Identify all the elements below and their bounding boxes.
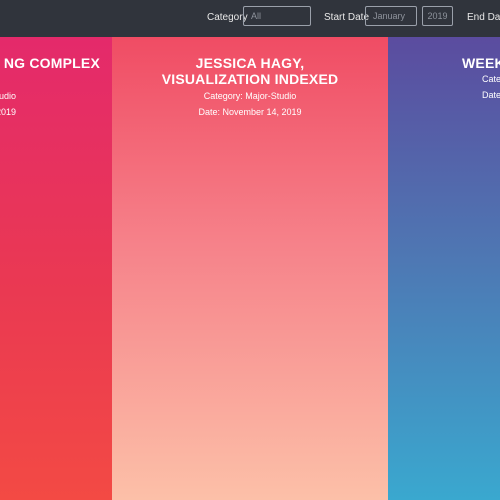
filter-toolbar: Category All Start Date January 2019 End… <box>0 0 500 37</box>
card-category: Categ <box>482 74 500 84</box>
category-label: Category <box>207 12 248 23</box>
card-title: WEEKLY <box>462 55 500 71</box>
project-card[interactable]: NG COMPLEX udio 2019 <box>0 37 112 500</box>
card-title: JESSICA HAGY, VISUALIZATION INDEXED <box>161 55 339 87</box>
card-date: 2019 <box>0 107 16 117</box>
category-select[interactable]: All <box>243 6 311 26</box>
start-year-select[interactable]: 2019 <box>422 6 453 26</box>
start-month-select[interactable]: January <box>365 6 417 26</box>
project-card[interactable]: JESSICA HAGY, VISUALIZATION INDEXED Cate… <box>112 37 388 500</box>
card-category: Category: Major-Studio <box>203 91 297 101</box>
project-cards: NG COMPLEX udio 2019 JESSICA HAGY, VISUA… <box>0 37 500 500</box>
card-date: Date: November 14, 2019 <box>198 107 302 117</box>
card-title: NG COMPLEX <box>3 55 100 71</box>
card-category: udio <box>0 91 16 101</box>
start-date-label: Start Date <box>324 12 370 23</box>
end-date-label: End Date <box>467 12 500 23</box>
project-card[interactable]: WEEKLY Categ Date: <box>388 37 500 500</box>
card-date: Date: <box>482 90 500 100</box>
